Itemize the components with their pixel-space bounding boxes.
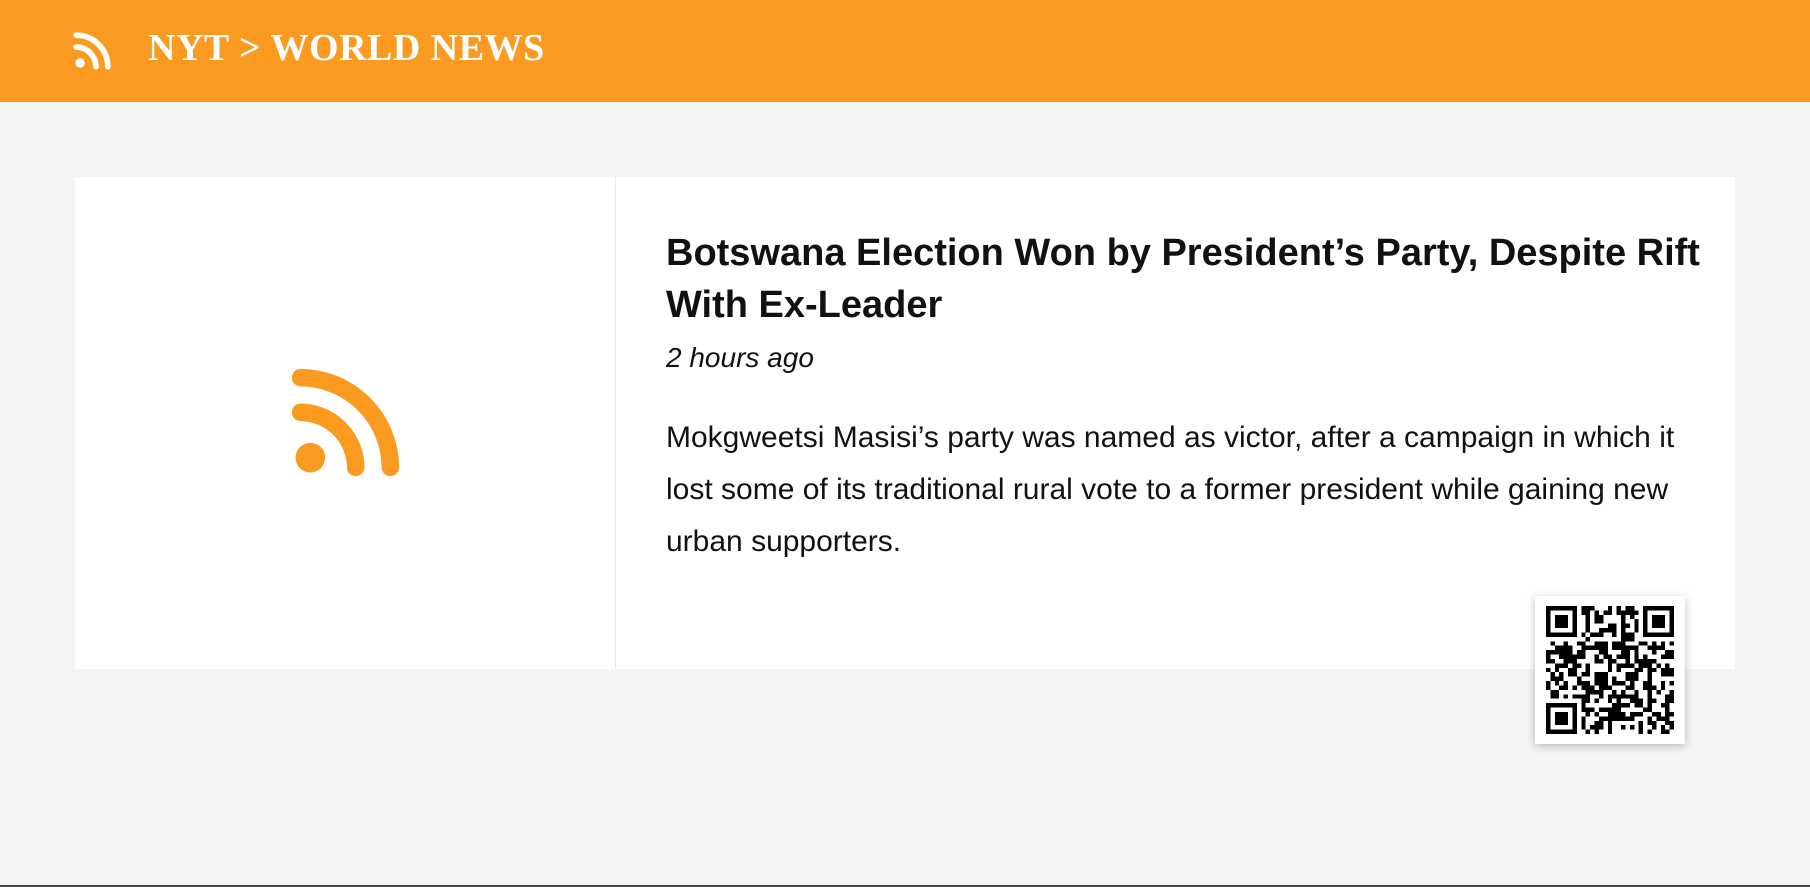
rss-icon[interactable]: [73, 32, 111, 70]
article-summary: Mokgweetsi Masisi’s party was named as v…: [666, 421, 1675, 558]
rss-icon: [290, 367, 401, 478]
feed-title[interactable]: NYT > WORLD NEWS: [148, 26, 545, 70]
article-headline[interactable]: Botswana Election Won by President’s Par…: [666, 227, 1716, 331]
article-thumbnail[interactable]: [75, 177, 616, 669]
article-timestamp: 2 hours ago: [666, 342, 814, 373]
qr-code-icon: [1546, 606, 1674, 734]
qr-code: [1535, 596, 1685, 744]
article-card[interactable]: Botswana Election Won by President’s Par…: [75, 177, 1735, 669]
site-header: NYT > WORLD NEWS: [0, 0, 1810, 102]
